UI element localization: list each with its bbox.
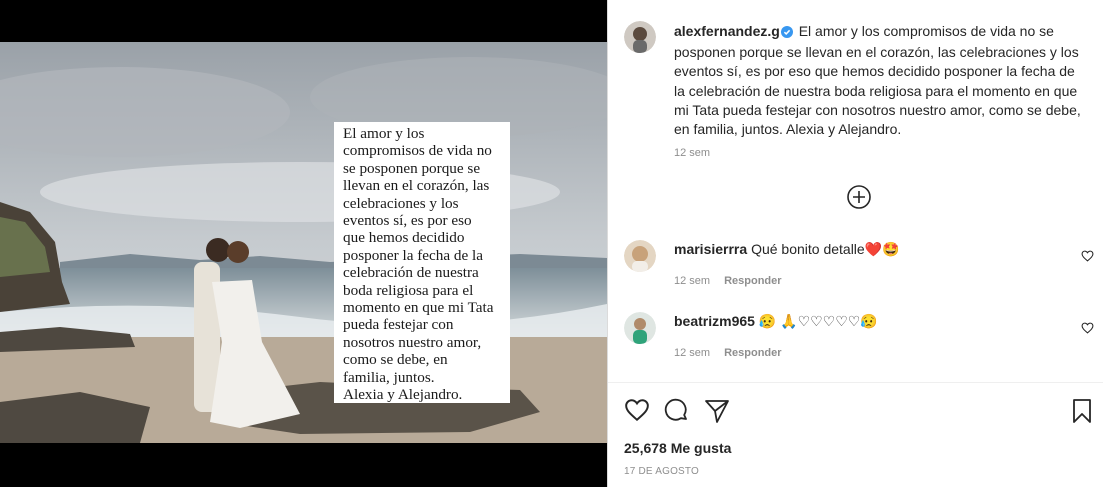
like-icon [625, 399, 649, 422]
save-button[interactable] [1070, 398, 1094, 429]
wedding-beach-photo [0, 42, 607, 443]
commenter-avatar[interactable] [624, 240, 656, 272]
post-details-pane: alexfernandez.g El amor y los compromiso… [607, 0, 1103, 487]
heart-outline-icon [1081, 322, 1094, 334]
comment-meta: 12 sem Responder [674, 275, 782, 287]
post-caption: alexfernandez.g El amor y los compromiso… [674, 22, 1089, 139]
verified-icon [780, 24, 793, 43]
comment-username[interactable]: beatrizm965 [674, 313, 755, 329]
like-button[interactable] [624, 398, 650, 427]
caption-text: El amor y los compromisos de vida no se … [674, 23, 1081, 138]
share-icon [705, 400, 729, 423]
comment-icon [664, 398, 687, 421]
image-quote-text: El amor y los compromisos de vida no se … [334, 122, 510, 403]
author-username[interactable]: alexfernandez.g [674, 23, 780, 39]
comment-button[interactable] [664, 398, 690, 429]
post-photo[interactable]: El amor y los compromisos de vida no se … [0, 42, 607, 443]
comment-username[interactable]: marisierrra [674, 241, 747, 257]
reply-button[interactable]: Responder [724, 275, 781, 287]
load-more-comments-button[interactable] [846, 184, 872, 210]
comment-emojis: ❤️🤩 [864, 241, 900, 257]
comment-like-button[interactable] [1081, 321, 1094, 339]
likes-count[interactable]: 25,678 Me gusta [624, 440, 731, 456]
commenter-avatar[interactable] [624, 312, 656, 344]
comment-timestamp: 12 sem [674, 347, 711, 359]
comment-emojis: 😥 🙏♡♡♡♡♡😥 [758, 313, 878, 329]
comment-timestamp: 12 sem [674, 275, 711, 287]
comment-item: marisierrra Qué bonito detalle❤️🤩 [674, 240, 1054, 258]
comment-like-button[interactable] [1081, 249, 1094, 267]
load-more-icon [847, 185, 871, 209]
heart-outline-icon [1081, 250, 1094, 262]
actions-divider [608, 382, 1103, 383]
post-date[interactable]: 17 DE AGOSTO [624, 466, 699, 477]
comment-text: Qué bonito detalle [751, 241, 865, 257]
reply-button[interactable]: Responder [724, 347, 781, 359]
comment-item: beatrizm965 😥 🙏♡♡♡♡♡😥 [674, 312, 1054, 330]
share-button[interactable] [704, 398, 730, 429]
comment-meta: 12 sem Responder [674, 347, 782, 359]
save-icon [1073, 399, 1091, 423]
post-media-pane: El amor y los compromisos de vida no se … [0, 0, 607, 487]
caption-timestamp: 12 sem [674, 147, 711, 159]
author-avatar[interactable] [624, 21, 656, 53]
